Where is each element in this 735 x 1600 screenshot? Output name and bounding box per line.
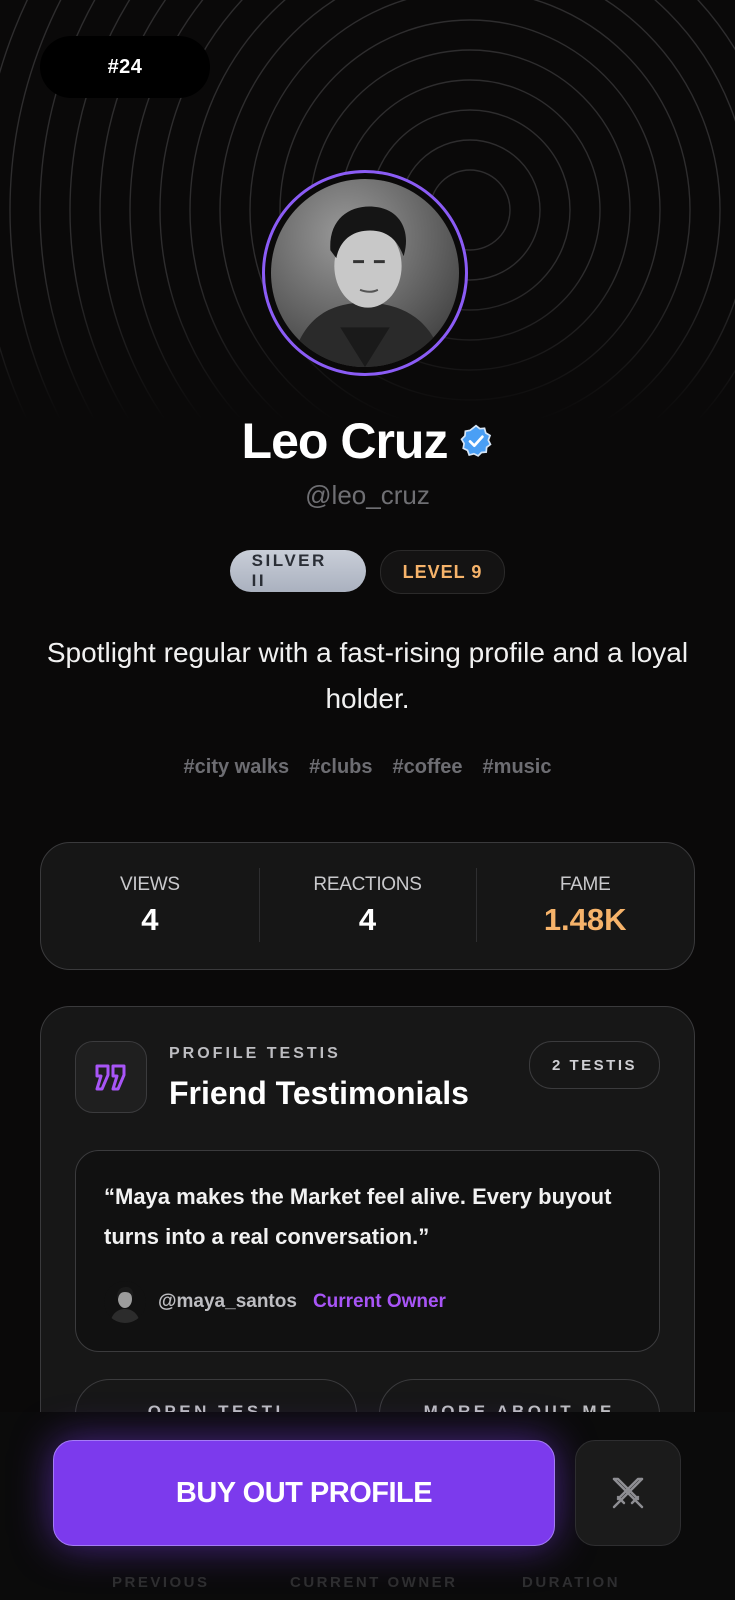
- card-eyebrow: PROFILE TESTIS: [169, 1045, 341, 1062]
- author-handle[interactable]: @maya_santos: [158, 1291, 297, 1313]
- verified-badge-icon: [460, 424, 492, 457]
- stat-views: VIEWS 4: [41, 874, 259, 938]
- rank-badge: #24: [40, 36, 210, 98]
- tag-item[interactable]: #clubs: [309, 756, 372, 779]
- tier-badge: SILVER II: [229, 550, 366, 592]
- author-role: Current Owner: [312, 1291, 446, 1312]
- footer-label-duration: DURATION: [522, 1574, 621, 1591]
- tag-item[interactable]: #music: [483, 756, 552, 779]
- profile-bio: Spotlight regular with a fast-rising pro…: [46, 637, 689, 714]
- footer-label-previous: PREVIOUS: [112, 1574, 210, 1591]
- stat-fame: FAME 1.48K: [476, 868, 694, 942]
- buy-out-profile-button[interactable]: BUY OUT PROFILE: [53, 1440, 555, 1546]
- crossed-swords-icon: [612, 1477, 644, 1509]
- stat-label: REACTIONS: [313, 874, 422, 895]
- interest-tags: #city walks #clubs #coffee #music: [0, 756, 735, 779]
- stat-reactions: REACTIONS 4: [258, 868, 477, 942]
- stat-label: VIEWS: [119, 874, 180, 895]
- profile-name: Leo Cruz: [241, 413, 449, 469]
- stats-panel: VIEWS 4 REACTIONS 4 FAME 1.48K: [40, 842, 695, 970]
- testis-count-badge[interactable]: 2 TESTIS: [528, 1041, 660, 1089]
- profile-avatar: [262, 170, 468, 376]
- footer-label-current-owner: CURRENT OWNER: [290, 1574, 458, 1591]
- testimonial-item[interactable]: “Maya makes the Market feel alive. Every…: [75, 1150, 660, 1352]
- stat-value: 4: [141, 902, 159, 937]
- profile-handle: @leo_cruz: [305, 480, 430, 510]
- stat-value: 4: [358, 902, 377, 937]
- stat-value: 1.48K: [543, 902, 627, 937]
- level-badge: LEVEL 9: [379, 550, 506, 594]
- stat-label: FAME: [559, 874, 611, 895]
- card-title: Friend Testimonials: [169, 1075, 469, 1111]
- testimonial-author: @maya_santos Current Owner: [104, 1281, 446, 1323]
- testimonial-quote: “Maya makes the Market feel alive. Every…: [104, 1184, 612, 1249]
- tag-item[interactable]: #city walks: [184, 756, 290, 779]
- battle-button[interactable]: [575, 1440, 681, 1546]
- quote-icon: [75, 1041, 147, 1113]
- author-avatar[interactable]: [104, 1281, 146, 1323]
- tag-item[interactable]: #coffee: [393, 756, 463, 779]
